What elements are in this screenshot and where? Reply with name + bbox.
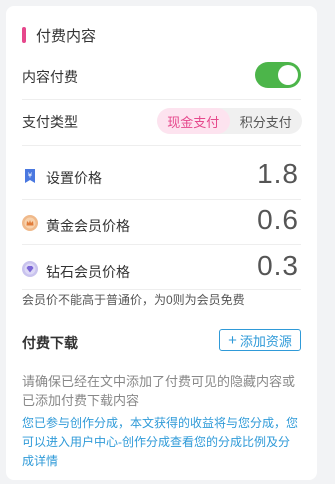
price-label: 设置价格 [46, 170, 102, 186]
price-value[interactable]: 0.6 [257, 204, 299, 236]
add-resource-label: 添加资源 [239, 333, 292, 349]
paid-download-label: 付费下载 [22, 335, 78, 351]
pay-type-label: 支付类型 [22, 114, 78, 130]
title-accent-bar [22, 27, 26, 43]
card-title: 付费内容 [36, 27, 97, 45]
gold-member-icon [22, 215, 38, 231]
price-value[interactable]: 1.8 [257, 158, 299, 190]
divider [22, 99, 301, 100]
divider [22, 199, 301, 200]
svg-text:¥: ¥ [28, 172, 33, 180]
divider [22, 244, 301, 245]
price-row-standard: ¥ 设置价格 1.8 [22, 158, 301, 194]
divider [22, 145, 301, 146]
price-note: 会员价不能高于普通价，为0则为会员免费 [22, 293, 245, 307]
price-row-diamond: 钻石会员价格 0.3 [22, 250, 301, 286]
content-pay-label: 内容付费 [22, 69, 78, 85]
divider [22, 289, 301, 290]
pay-type-cash-option[interactable]: 现金支付 [157, 108, 230, 134]
card-header: 付费内容 [22, 24, 96, 46]
price-label: 黄金会员价格 [46, 218, 130, 234]
download-hint: 请确保已经在文中添加了付费可见的隐藏内容或已添加付费下载内容 [22, 374, 296, 408]
pay-type-selector: 现金支付 积分支付 [157, 108, 302, 134]
price-row-gold: 黄金会员价格 0.6 [22, 204, 301, 240]
paid-content-card: 付费内容 内容付费 支付类型 现金支付 积分支付 ¥ 设置价格 1.8 黄金会员… [6, 6, 317, 480]
pay-type-points-option[interactable]: 积分支付 [230, 108, 303, 134]
revenue-share-info[interactable]: 您已参与创作分成，本文获得的收益将与您分成，您可以进入用户中心-创作分成查看您的… [22, 414, 301, 471]
tag-icon: ¥ [22, 168, 38, 184]
plus-icon: + [228, 331, 237, 349]
price-label: 钻石会员价格 [46, 264, 130, 280]
toggle-knob [278, 65, 298, 85]
add-resource-button[interactable]: + 添加资源 [219, 329, 301, 351]
price-value[interactable]: 0.3 [257, 250, 299, 282]
content-pay-toggle[interactable] [255, 62, 301, 88]
diamond-member-icon [22, 261, 38, 277]
